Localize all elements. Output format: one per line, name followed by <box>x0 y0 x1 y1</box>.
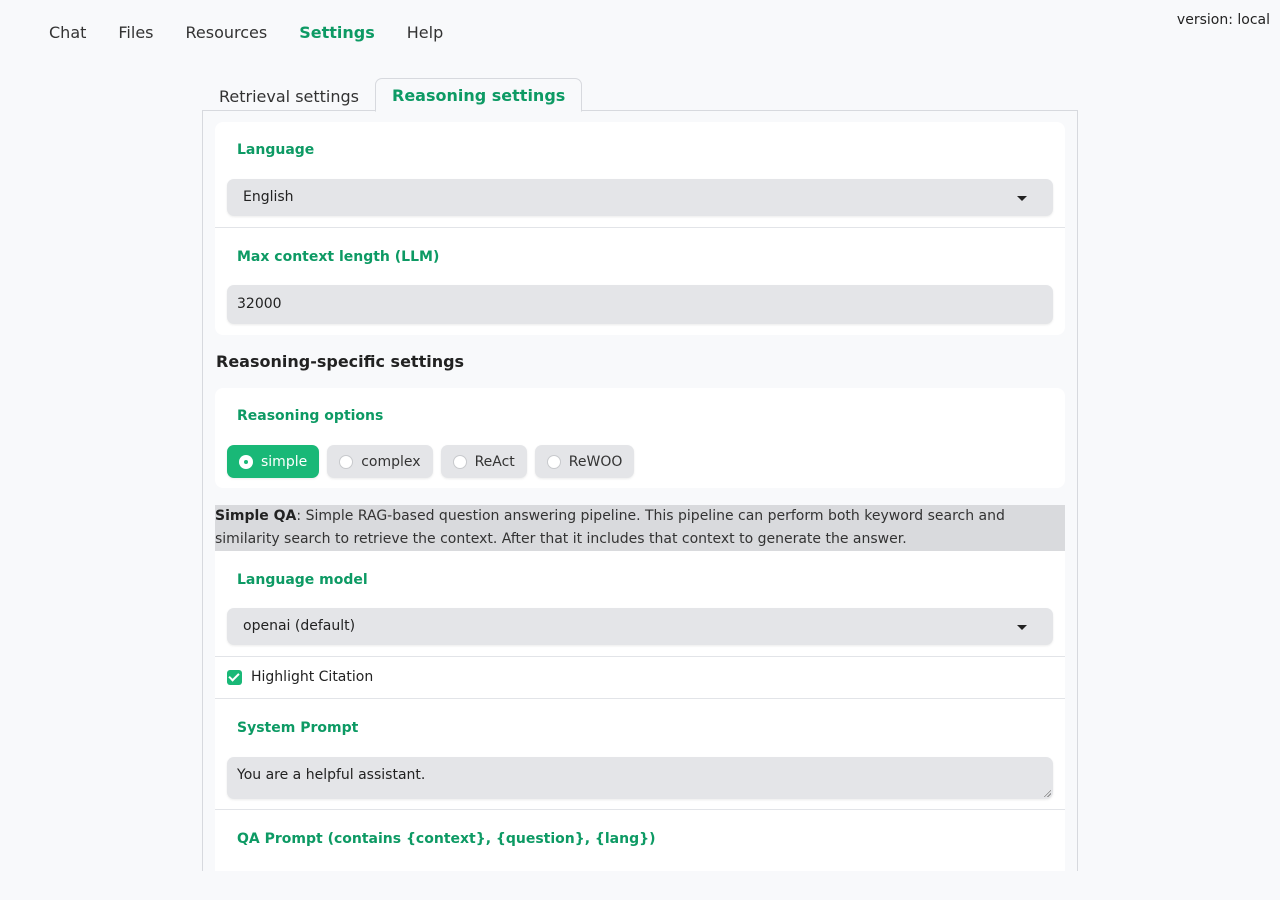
language-value: English <box>243 189 294 205</box>
radio-complex[interactable]: complex <box>327 445 433 478</box>
radio-label: ReAct <box>474 453 515 470</box>
tab-reasoning-settings[interactable]: Reasoning settings <box>375 78 583 112</box>
radio-label: ReWOO <box>568 453 623 470</box>
language-model-value: openai (default) <box>243 618 356 634</box>
nav-settings[interactable]: Settings <box>283 22 391 44</box>
divider <box>215 698 1065 699</box>
reasoning-options-group: simple complex ReAct ReWOO <box>227 445 642 478</box>
chevron-down-icon <box>1017 196 1027 201</box>
radio-dot-icon <box>339 454 354 469</box>
radio-dot-icon <box>546 454 561 469</box>
general-settings-card: Language English Max context length (LLM… <box>215 122 1065 335</box>
max-context-input[interactable]: 32000 <box>227 285 1053 324</box>
tab-retrieval-settings[interactable]: Retrieval settings <box>203 80 375 112</box>
max-context-label: Max context length (LLM) <box>237 249 440 265</box>
chevron-down-icon <box>1017 625 1027 630</box>
radio-dot-icon <box>452 454 467 469</box>
nav-resources[interactable]: Resources <box>170 22 284 44</box>
highlight-citation-label: Highlight Citation <box>251 669 374 685</box>
top-navigation: Chat Files Resources Settings Help <box>33 22 459 44</box>
language-model-select[interactable]: openai (default) <box>227 608 1053 645</box>
divider <box>215 809 1065 810</box>
resize-handle-icon[interactable] <box>1043 789 1051 797</box>
radio-rewoo[interactable]: ReWOO <box>534 445 635 478</box>
radio-react[interactable]: ReAct <box>440 445 527 478</box>
reasoning-settings-panel: Language English Max context length (LLM… <box>202 110 1078 871</box>
divider <box>215 656 1065 657</box>
nav-help[interactable]: Help <box>391 22 459 44</box>
divider <box>215 227 1065 228</box>
description-title: Simple QA <box>215 508 297 524</box>
radio-label: complex <box>361 453 421 470</box>
system-prompt-value: You are a helpful assistant. <box>237 767 426 783</box>
pipeline-settings-card: Language model openai (default) Highligh… <box>215 551 1065 871</box>
settings-tabs: Retrieval settings Reasoning settings <box>203 78 583 112</box>
nav-chat[interactable]: Chat <box>33 22 102 44</box>
nav-files[interactable]: Files <box>102 22 169 44</box>
pipeline-description: Simple QA: Simple RAG-based question ans… <box>215 505 1065 551</box>
section-title: Reasoning-specific settings <box>216 352 465 371</box>
language-select[interactable]: English <box>227 179 1053 216</box>
radio-simple[interactable]: simple <box>227 445 320 478</box>
language-model-label: Language model <box>237 572 368 588</box>
language-label: Language <box>237 142 315 158</box>
checkbox-checked-icon[interactable] <box>227 669 242 685</box>
highlight-citation-row[interactable]: Highlight Citation <box>227 669 373 685</box>
radio-dot-icon <box>239 454 253 469</box>
reasoning-options-card: Reasoning options simple complex ReAct R… <box>215 388 1065 488</box>
system-prompt-textarea[interactable]: You are a helpful assistant. <box>227 757 1053 799</box>
qa-prompt-label: QA Prompt (contains {context}, {question… <box>237 831 656 847</box>
radio-label: simple <box>261 453 308 470</box>
reasoning-options-label: Reasoning options <box>237 408 384 424</box>
version-label: version: local <box>1176 12 1270 28</box>
description-text: : Simple RAG-based question answering pi… <box>215 508 1005 547</box>
system-prompt-label: System Prompt <box>237 720 359 736</box>
